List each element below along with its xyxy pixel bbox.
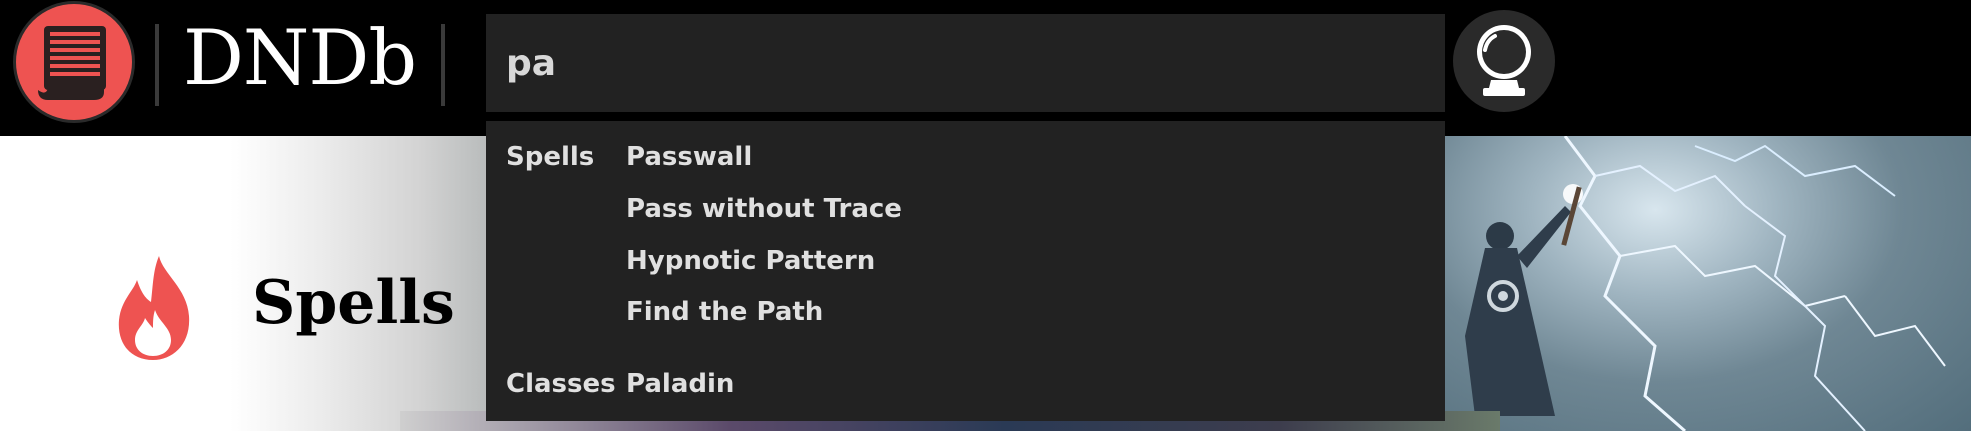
result-passwall[interactable]: Passwall xyxy=(626,137,752,177)
brand-name[interactable]: DNDb xyxy=(183,8,417,108)
site-logo[interactable] xyxy=(13,1,135,123)
scroll-icon xyxy=(38,26,106,100)
logo-divider-left xyxy=(155,24,159,106)
top-bar: DNDb xyxy=(0,0,1971,136)
search-box[interactable] xyxy=(486,14,1445,112)
logo-divider-right xyxy=(441,24,445,106)
lightning-illustration xyxy=(1465,136,1946,431)
result-hypnotic-pattern[interactable]: Hypnotic Pattern xyxy=(626,241,875,281)
result-pass-without-trace[interactable]: Pass without Trace xyxy=(626,189,902,229)
search-input[interactable] xyxy=(506,42,1425,84)
search-button[interactable] xyxy=(1453,10,1555,112)
crystal-ball-icon xyxy=(1477,25,1531,96)
hero-storm-art xyxy=(1445,136,1971,431)
group-label-spells: Spells xyxy=(506,142,595,172)
search-suggestions: Spells Passwall Pass without Trace Hypno… xyxy=(486,121,1445,421)
flame-icon xyxy=(118,256,190,360)
result-paladin[interactable]: Paladin xyxy=(626,364,734,404)
result-find-the-path[interactable]: Find the Path xyxy=(626,292,823,332)
group-label-classes: Classes xyxy=(506,369,616,399)
page-title: Spells xyxy=(252,268,455,338)
